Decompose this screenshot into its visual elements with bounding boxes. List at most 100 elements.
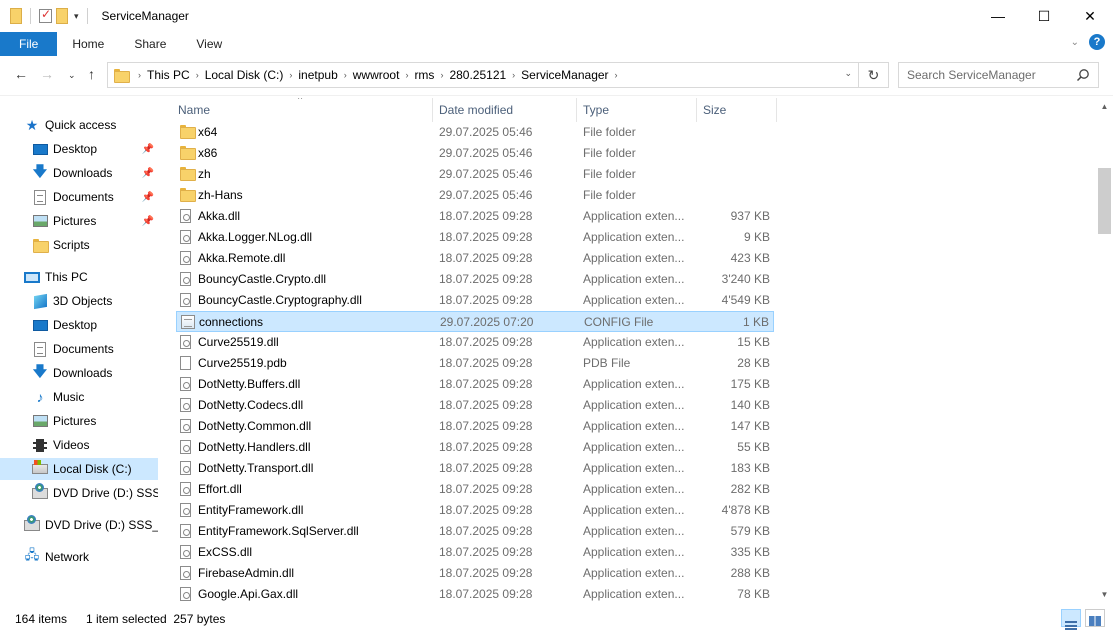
nav-item-documents[interactable]: Documents [32, 338, 114, 360]
nav-item-downloads-pinned[interactable]: 🡇 Downloads 📌 [32, 162, 158, 184]
file-row[interactable]: Akka.dll 18.07.2025 09:28 Application exte… [176, 206, 774, 227]
help-icon[interactable]: ? [1089, 34, 1105, 50]
file-row[interactable]: ExCSS.dll 18.07.2025 09:28 Application ext… [176, 542, 774, 563]
tab-file[interactable]: File [0, 32, 58, 56]
nav-item-pictures[interactable]: Pictures [32, 410, 96, 432]
file-row[interactable]: zh-Hans 29.07.2025 05:46 File folder [176, 185, 774, 206]
file-row[interactable]: BouncyCastle.Crypto.dll 18.07.2025 09:28 A… [176, 269, 774, 290]
search-box[interactable] [898, 62, 1099, 88]
pin-icon: 📌 [141, 167, 154, 179]
customize-toolbar-dropdown-icon[interactable]: ▾ [74, 11, 79, 22]
scroll-down-arrow-icon[interactable]: ▼ [1096, 586, 1113, 603]
file-row[interactable]: Effort.dll 18.07.2025 09:28 Application ex… [176, 479, 774, 500]
nav-item-documents-pinned[interactable]: Documents 📌 [32, 186, 158, 208]
tab-home[interactable]: Home [57, 32, 119, 56]
up-arrow-icon[interactable]: ↑ [88, 66, 95, 82]
address-history-chevron-icon[interactable]: ⌄ [844, 68, 852, 79]
breadcrumb-servicemanager[interactable]: ServiceManager [515, 68, 614, 82]
scrollbar-thumb[interactable] [1098, 168, 1111, 234]
nav-item-scripts[interactable]: Scripts [32, 234, 90, 256]
column-divider[interactable] [432, 98, 433, 122]
file-row[interactable]: connections 29.07.2025 07:20 CONFIG File 1 … [176, 311, 774, 332]
nav-item-network[interactable]: 🖧 Network [24, 546, 89, 568]
tab-share[interactable]: Share [119, 32, 181, 56]
nav-item-desktop-pinned[interactable]: Desktop 📌 [32, 138, 158, 160]
nav-item-3d-objects[interactable]: 3D Objects [32, 290, 112, 312]
expand-ribbon-chevron-icon[interactable]: ⌄ [1071, 37, 1079, 48]
column-divider[interactable] [776, 98, 777, 122]
new-folder-icon[interactable] [56, 8, 68, 24]
nav-item-desktop[interactable]: Desktop [32, 314, 97, 336]
column-divider[interactable] [696, 98, 697, 122]
refresh-button[interactable]: ↻ [858, 63, 888, 87]
pin-icon: 📌 [141, 191, 154, 203]
properties-icon[interactable] [39, 7, 52, 23]
breadcrumb-local-disk[interactable]: Local Disk (C:) [199, 68, 290, 82]
large-icons-view-button[interactable] [1085, 609, 1105, 627]
breadcrumb-inetpub[interactable]: inetpub [292, 68, 343, 82]
file-date-modified: 18.07.2025 09:28 [439, 209, 533, 223]
details-view-button[interactable] [1061, 609, 1081, 630]
column-header-date-modified[interactable]: Date modified [439, 98, 575, 122]
minimize-button[interactable]: — [975, 0, 1021, 32]
vertical-scrollbar[interactable]: ▲ ▼ [1096, 98, 1113, 603]
nav-item-pictures-pinned[interactable]: Pictures 📌 [32, 210, 158, 232]
breadcrumb-separator-icon[interactable]: › [615, 70, 618, 80]
file-row[interactable]: EntityFramework.dll 18.07.2025 09:28 Appli… [176, 500, 774, 521]
file-row[interactable]: FirebaseAdmin.dll 18.07.2025 09:28 Applica… [176, 563, 774, 584]
breadcrumb-this-pc[interactable]: This PC [141, 68, 196, 82]
file-row[interactable]: DotNetty.Buffers.dll 18.07.2025 09:28 Appl… [176, 374, 774, 395]
nav-item-videos[interactable]: Videos [32, 434, 89, 456]
file-row[interactable]: zh 29.07.2025 05:46 File folder [176, 164, 774, 185]
file-row[interactable]: Akka.Logger.NLog.dll 18.07.2025 09:28 Appl… [176, 227, 774, 248]
nav-item-dvd-drive-root[interactable]: DVD Drive (D:) SSS_X6 [24, 514, 158, 536]
address-bar[interactable]: › This PC › Local Disk (C:) › inetpub › … [107, 62, 889, 88]
close-button[interactable]: ✕ [1067, 0, 1113, 32]
file-row[interactable]: Akka.Remote.dll 18.07.2025 09:28 Applicati… [176, 248, 774, 269]
file-row[interactable]: DotNetty.Common.dll 18.07.2025 09:28 Appli… [176, 416, 774, 437]
ribbon-right-controls: ⌄ ? [1071, 34, 1105, 50]
maximize-button[interactable]: ☐ [1021, 0, 1067, 32]
file-size: 335 KB [730, 545, 770, 559]
nav-item-quick-access[interactable]: ★ Quick access [24, 114, 117, 136]
column-divider[interactable] [576, 98, 577, 122]
column-header-type[interactable]: Type [583, 98, 693, 122]
nav-item-dvd-drive[interactable]: DVD Drive (D:) SSS_X [32, 482, 158, 504]
tab-view[interactable]: View [181, 32, 237, 56]
forward-arrow-icon[interactable]: → [40, 66, 54, 82]
column-header-name[interactable]: Name [178, 98, 432, 122]
column-header-size[interactable]: Size [703, 98, 773, 122]
recent-locations-chevron-icon[interactable]: ⌄ [68, 70, 76, 81]
nav-item-local-disk[interactable]: Local Disk (C:) [0, 458, 158, 480]
folder-icon [33, 239, 49, 253]
nav-item-this-pc[interactable]: This PC [24, 266, 88, 288]
nav-item-music[interactable]: ♪ Music [32, 386, 85, 408]
file-row[interactable]: BouncyCastle.Cryptography.dll 18.07.2025 … [176, 290, 774, 311]
status-bar: 164 items 1 item selected 257 bytes [0, 605, 1113, 631]
search-input[interactable] [899, 68, 1069, 82]
file-row[interactable]: DotNetty.Handlers.dll 18.07.2025 09:28 App… [176, 437, 774, 458]
file-row[interactable]: Google.Api.Gax.dll 18.07.2025 09:28 Applic… [176, 584, 774, 603]
nav-item-label: DVD Drive (D:) SSS_X6 [45, 518, 158, 532]
file-row[interactable]: EntityFramework.SqlServer.dll 18.07.2025 … [176, 521, 774, 542]
file-type: CONFIG File [584, 315, 654, 329]
nav-item-downloads[interactable]: 🡇 Downloads [32, 362, 113, 384]
breadcrumb-version[interactable]: 280.25121 [443, 68, 512, 82]
file-type: Application exten... [583, 209, 685, 223]
file-row[interactable]: Curve25519.pdb 18.07.2025 09:28 PDB File 28… [176, 353, 774, 374]
file-row[interactable]: DotNetty.Transport.dll 18.07.2025 09:28 Ap… [176, 458, 774, 479]
nav-item-label: Network [45, 550, 90, 564]
breadcrumb-rms[interactable]: rms [408, 68, 440, 82]
file-type: Application exten... [583, 545, 685, 559]
nav-item-label: Scripts [53, 238, 90, 252]
back-arrow-icon[interactable]: ← [14, 66, 28, 82]
music-icon: ♪ [36, 389, 44, 405]
scroll-up-arrow-icon[interactable]: ▲ [1096, 98, 1113, 115]
file-name: DotNetty.Handlers.dll [198, 440, 311, 454]
file-row[interactable]: Curve25519.dll 18.07.2025 09:28 Applicatio… [176, 332, 774, 353]
file-row[interactable]: DotNetty.Codecs.dll 18.07.2025 09:28 Appli… [176, 395, 774, 416]
file-name: Google.Api.Gax.dll [198, 587, 299, 601]
file-row[interactable]: x86 29.07.2025 05:46 File folder [176, 143, 774, 164]
breadcrumb-wwwroot[interactable]: wwwroot [347, 68, 406, 82]
file-row[interactable]: x64 29.07.2025 05:46 File folder [176, 122, 774, 143]
